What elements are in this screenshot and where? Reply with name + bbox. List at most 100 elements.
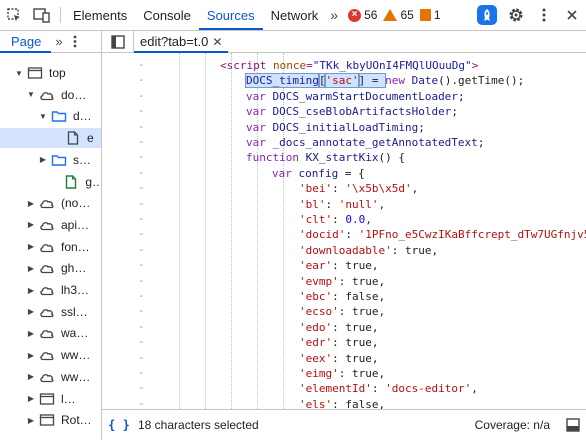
error-icon: × — [348, 8, 362, 22]
code-token: , — [471, 382, 478, 396]
expand-arrow-right-icon[interactable]: ▶ — [26, 286, 36, 295]
more-options-icon[interactable] — [530, 8, 558, 22]
code-token: : false, — [332, 397, 386, 409]
expand-arrow-right-icon[interactable]: ▶ — [26, 242, 36, 251]
tree-item-label: gh… — [61, 261, 87, 276]
code-line[interactable]: 'ecso': true, — [299, 304, 385, 319]
code-line[interactable]: 'docid': '1PFno_e5CwzIKaBffcrept_dTw7UGf… — [299, 227, 586, 242]
pretty-print-button[interactable]: { } — [104, 418, 134, 432]
code-line[interactable]: 'els': false, — [299, 397, 385, 409]
expand-arrow-right-icon[interactable]: ▶ — [38, 155, 48, 164]
code-editor[interactable]: ----------------------- <script nonce="T… — [102, 53, 586, 409]
code-token: config — [298, 166, 339, 180]
code-token: = { — [338, 166, 365, 180]
tree-item[interactable]: ▶ wa… — [0, 323, 101, 343]
code-line[interactable]: 'downloadable': true, — [299, 243, 438, 258]
tree-item-label: Rot… — [61, 413, 92, 428]
code-line[interactable]: <script nonce="TKk_kbyUOnI4FMQlUOuuDg"> — [220, 58, 478, 73]
expand-arrow-down-icon[interactable]: ▼ — [26, 90, 36, 99]
expand-arrow-right-icon[interactable]: ▶ — [26, 220, 36, 229]
tree-item[interactable]: ▼ top — [0, 63, 101, 83]
more-navigator-tabs-button[interactable]: » — [51, 31, 66, 52]
code-line[interactable]: var DOCS_warmStartDocumentLoader; — [246, 89, 465, 104]
settings-gear-icon[interactable] — [502, 7, 530, 23]
tab-elements[interactable]: Elements — [65, 0, 135, 30]
code-line[interactable]: 'ear': true, — [299, 258, 378, 273]
code-line[interactable]: DOCS_timing['sac'] = new Date().getTime(… — [245, 73, 524, 89]
tree-item[interactable]: ▶ ssl… — [0, 302, 101, 322]
expand-arrow-right-icon[interactable]: ▶ — [26, 351, 36, 360]
toggle-navigator-icon[interactable] — [102, 31, 134, 52]
more-tabs-button[interactable]: » — [326, 0, 342, 30]
coverage-status[interactable]: Coverage: n/a — [475, 418, 550, 432]
tree-item[interactable]: ▶ lh3… — [0, 280, 101, 300]
code-content[interactable]: <script nonce="TKk_kbyUOnI4FMQlUOuuDg"> D… — [102, 53, 586, 409]
code-token: : — [332, 213, 346, 226]
tree-item[interactable]: ▼ d… — [0, 106, 101, 126]
code-line[interactable]: 'ebc': false, — [299, 289, 385, 304]
code-line[interactable]: 'edo': true, — [299, 320, 378, 335]
tab-sources[interactable]: Sources — [198, 0, 263, 30]
expand-arrow-right-icon[interactable]: ▶ — [26, 394, 36, 403]
code-token: "TKk_kbyUOnI4FMQlUOuuDg" — [312, 59, 472, 72]
code-line[interactable]: 'edr': true, — [299, 335, 378, 350]
tree-item-label: (no… — [61, 196, 91, 211]
expand-arrow-right-icon[interactable]: ▶ — [26, 372, 36, 381]
issue-counters[interactable]: × 56 65 1 — [342, 0, 446, 30]
tree-item[interactable]: ▶ l… — [0, 389, 101, 409]
code-line[interactable]: function KX_startKix() { — [246, 150, 405, 165]
code-line[interactable]: 'bei': '\x5b\x5d', — [299, 181, 418, 196]
code-token: var — [272, 166, 299, 180]
expand-arrow-down-icon[interactable]: ▼ — [38, 112, 48, 121]
device-toolbar-icon[interactable] — [28, 0, 56, 30]
code-token: : true, — [332, 336, 379, 350]
expand-arrow-down-icon[interactable]: ▼ — [14, 69, 24, 78]
tree-item[interactable]: ▶ (no… — [0, 193, 101, 213]
code-line[interactable]: 'eex': true, — [299, 351, 378, 366]
tree-item[interactable]: ▶ api… — [0, 215, 101, 235]
code-line[interactable]: var DOCS_cseBlobArtifactsHolder; — [246, 104, 458, 119]
code-token: DOCS_cseBlobArtifactsHolder — [272, 105, 452, 119]
inspect-element-icon[interactable] — [0, 0, 28, 30]
tree-item[interactable]: ▶ fon… — [0, 237, 101, 257]
expand-arrow-right-icon[interactable]: ▶ — [26, 329, 36, 338]
close-tab-icon[interactable]: ✕ — [212, 35, 222, 49]
tree-item[interactable]: g… — [0, 172, 101, 192]
tree-item[interactable]: ▶ Rot… — [0, 410, 101, 430]
tree-item-label: fon… — [61, 239, 90, 254]
performance-insights-icon[interactable] — [477, 5, 497, 25]
tab-console[interactable]: Console — [135, 0, 199, 30]
tab-page[interactable]: Page — [0, 31, 52, 53]
expand-arrow-right-icon[interactable]: ▶ — [26, 199, 36, 208]
code-line[interactable]: 'eimg': true, — [299, 366, 385, 381]
editor-file-tab[interactable]: edit?tab=t.0 ✕ — [134, 31, 229, 53]
code-token: 'evmp' — [299, 274, 339, 288]
expand-arrow-right-icon[interactable]: ▶ — [26, 416, 36, 425]
tab-network[interactable]: Network — [263, 0, 327, 30]
close-devtools-icon[interactable] — [558, 9, 586, 21]
code-line[interactable]: var config = { — [272, 166, 365, 181]
code-line[interactable]: 'clt': 0.0, — [299, 212, 372, 227]
expand-arrow-right-icon[interactable]: ▶ — [26, 264, 36, 273]
drawer-toggle-icon[interactable] — [560, 418, 586, 432]
code-token: KX_startKix — [305, 151, 379, 165]
code-token: '\x5b\x5d' — [345, 182, 412, 196]
code-token: 'null' — [338, 197, 379, 211]
tab-label: Network — [270, 7, 319, 23]
code-line[interactable]: var _docs_annotate_getAnnotatedText; — [246, 135, 484, 150]
tree-item[interactable]: ▼ do… — [0, 85, 101, 105]
tree-item[interactable]: e — [0, 128, 101, 149]
tree-item[interactable]: ▶ gh… — [0, 258, 101, 278]
expand-arrow-right-icon[interactable]: ▶ — [26, 307, 36, 316]
tree-item[interactable]: ▶ s… — [0, 150, 101, 170]
tree-item[interactable]: ▶ ww… — [0, 367, 101, 387]
code-line[interactable]: 'elementId': 'docs-editor', — [299, 381, 478, 396]
code-line[interactable]: var DOCS_initialLoadTiming; — [246, 120, 425, 135]
tree-item[interactable]: ▶ ww… — [0, 345, 101, 365]
code-line[interactable]: 'evmp': true, — [299, 274, 385, 289]
navigator-menu-icon[interactable] — [67, 31, 83, 52]
code-token: : true, — [338, 274, 386, 288]
cloud-icon — [39, 218, 55, 232]
code-line[interactable]: 'bl': 'null', — [299, 197, 385, 212]
code-token: 'ebc' — [299, 290, 333, 303]
